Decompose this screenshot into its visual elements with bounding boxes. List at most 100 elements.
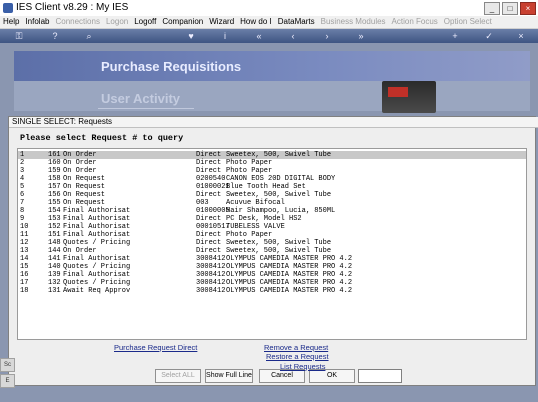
list-cell-idx: 9 (20, 215, 25, 223)
list-item[interactable]: 2 160 On Order Direct Photo Paper (18, 159, 526, 167)
list-cell-num: 140 (48, 263, 61, 271)
purchase-request-direct-link[interactable]: Purchase Request Direct (114, 343, 197, 352)
list-item[interactable]: 13 144 On Order Direct Sweetex, 500, Swivel … (18, 247, 526, 255)
page-subtitle: User Activity (101, 91, 180, 106)
list-item[interactable]: 3 159 On Order Direct Photo Paper (18, 167, 526, 175)
list-item[interactable]: 7 155 On Request 003 Acuvue Bifocal (18, 199, 526, 207)
list-cell-num: 144 (48, 247, 61, 255)
menu-item-logon[interactable]: Logon (103, 16, 131, 28)
list-cell-num: 153 (48, 215, 61, 223)
list-item[interactable]: 4 158 On Request 0200540 CANON EOS 20D DIGIT… (18, 175, 526, 183)
fast-forward-icon[interactable]: » (356, 31, 366, 41)
list-item[interactable]: 6 156 On Request Direct Sweetex, 500, Swivel… (18, 191, 526, 199)
window-title: IES Client v8.29 : My IES (16, 2, 129, 13)
list-cell-num: 139 (48, 271, 61, 279)
list-cell-status: Quotes / Pricing (63, 263, 131, 271)
forward-icon[interactable]: › (322, 31, 332, 41)
list-cell-type: Direct (196, 151, 222, 159)
remove-request-link[interactable]: Remove a Request (264, 343, 328, 352)
back-icon[interactable]: ‹ (288, 31, 298, 41)
menu-item-wizard[interactable]: Wizard (206, 16, 237, 28)
cancel-icon[interactable]: × (516, 31, 526, 41)
menu-item-help[interactable]: Help (0, 16, 22, 28)
list-cell-desc: Acuvue Bifocal (226, 199, 285, 207)
list-item[interactable]: 12 148 Quotes / Pricing Direct Sweetex, 500,… (18, 239, 526, 247)
list-item[interactable]: 16 139 Final Authorisat 3008412 OLYMPUS CAME… (18, 271, 526, 279)
list-cell-type: 01000005 (196, 207, 230, 215)
list-cell-idx: 13 (20, 247, 29, 255)
list-item[interactable]: 11 151 Final Authorisat Direct Photo Paper (18, 231, 526, 239)
minimize-button[interactable]: _ (484, 2, 500, 15)
menu-item-connections[interactable]: Connections (52, 16, 102, 28)
list-cell-idx: 16 (20, 271, 29, 279)
list-item[interactable]: 17 132 Quotes / Pricing 3008412 OLYMPUS CAME… (18, 279, 526, 287)
list-cell-type: 3008412 (196, 263, 226, 271)
help-icon[interactable]: ? (50, 31, 60, 41)
list-cell-num: 131 (48, 287, 61, 295)
list-cell-num: 151 (48, 231, 61, 239)
list-cell-status: On Request (63, 175, 106, 183)
list-cell-status: Final Authorisat (63, 255, 131, 263)
list-cell-desc: Photo Paper (226, 231, 273, 239)
list-item[interactable]: 9 153 Final Authorisat Direct PC Desk, Model… (18, 215, 526, 223)
list-cell-status: Quotes / Pricing (63, 279, 131, 287)
list-cell-type: 0200540 (196, 175, 226, 183)
list-requests-link[interactable]: List Requests (280, 362, 325, 371)
list-item[interactable]: 1 161 On Order Direct Sweetex, 500, Swivel T… (18, 151, 526, 159)
subtitle-underline (98, 108, 194, 109)
list-cell-idx: 8 (20, 207, 25, 215)
side-panel-icon[interactable]: Sc (0, 358, 15, 372)
heart-icon[interactable]: ♥ (186, 31, 196, 41)
menu-item-action-focus[interactable]: Action Focus (389, 16, 441, 28)
list-cell-status: On Request (63, 191, 106, 199)
menu-item-companion[interactable]: Companion (159, 16, 206, 28)
list-item[interactable]: 10 152 Final Authorisat 00010517 TUBELESS VA… (18, 223, 526, 231)
list-cell-idx: 3 (20, 167, 25, 175)
list-item[interactable]: 18 131 Await Req Approv 3008412 OLYMPUS CAME… (18, 287, 526, 295)
info-icon[interactable]: i (220, 31, 230, 41)
list-cell-desc: OLYMPUS CAMEDIA MASTER PRO 4.2 (226, 287, 353, 295)
list-cell-num: 141 (48, 255, 61, 263)
list-cell-type: 003 (196, 199, 209, 207)
list-cell-desc: Sweetex, 500, Swivel Tube (226, 191, 332, 199)
menu-item-datamarts[interactable]: DataMarts (275, 16, 318, 28)
add-icon[interactable]: + (450, 31, 460, 41)
dialog-prompt: Please select Request # to query (20, 133, 184, 143)
list-cell-status: On Order (63, 151, 97, 159)
close-button[interactable]: × (520, 2, 536, 15)
list-cell-desc: OLYMPUS CAMEDIA MASTER PRO 4.2 (226, 271, 353, 279)
list-cell-num: 152 (48, 223, 61, 231)
list-item[interactable]: 8 154 Final Authorisat 01000005 Hair Shampoo… (18, 207, 526, 215)
header-banner: Purchase Requisitions (14, 51, 530, 81)
menu-item-how-do-i[interactable]: How do I (237, 16, 275, 28)
list-cell-num: 161 (48, 151, 61, 159)
list-cell-desc: TUBELESS VALVE (226, 223, 285, 231)
side-panel-tab-icon[interactable]: E (0, 374, 15, 388)
list-item[interactable]: 14 141 Final Authorisat 3008412 OLYMPUS CAME… (18, 255, 526, 263)
check-icon[interactable]: ✓ (484, 31, 494, 41)
list-cell-num: 159 (48, 167, 61, 175)
list-item[interactable]: 5 157 On Request 01000021 Blue Tooth Head Se… (18, 183, 526, 191)
list-cell-status: On Order (63, 247, 97, 255)
menu-item-logoff[interactable]: Logoff (131, 16, 159, 28)
list-item[interactable]: 15 140 Quotes / Pricing 3008412 OLYMPUS CAME… (18, 263, 526, 271)
list-cell-num: 155 (48, 199, 61, 207)
maximize-button[interactable]: □ (502, 2, 518, 15)
rewind-icon[interactable]: « (254, 31, 264, 41)
menu-item-option-select[interactable]: Option Select (441, 16, 495, 28)
list-cell-status: On Order (63, 167, 97, 175)
menu-item-business-modules[interactable]: Business Modules (318, 16, 389, 28)
list-cell-desc: Photo Paper (226, 159, 273, 167)
list-cell-desc: Hair Shampoo, Lucia, 850ML (226, 207, 336, 215)
search-icon[interactable]: ⌕ (84, 31, 94, 41)
page-title: Purchase Requisitions (101, 59, 242, 74)
request-list[interactable]: 1 161 On Order Direct Sweetex, 500, Swivel T… (17, 148, 527, 340)
key-icon[interactable]: ⚿ (14, 31, 24, 41)
restore-request-link[interactable]: Restore a Request (266, 352, 329, 361)
list-cell-type: 00010517 (196, 223, 230, 231)
list-cell-num: 157 (48, 183, 61, 191)
subheader: User Activity (14, 81, 530, 111)
list-cell-idx: 17 (20, 279, 29, 287)
menu-item-infolab[interactable]: Infolab (22, 16, 52, 28)
list-cell-status: Await Req Approv (63, 287, 131, 295)
